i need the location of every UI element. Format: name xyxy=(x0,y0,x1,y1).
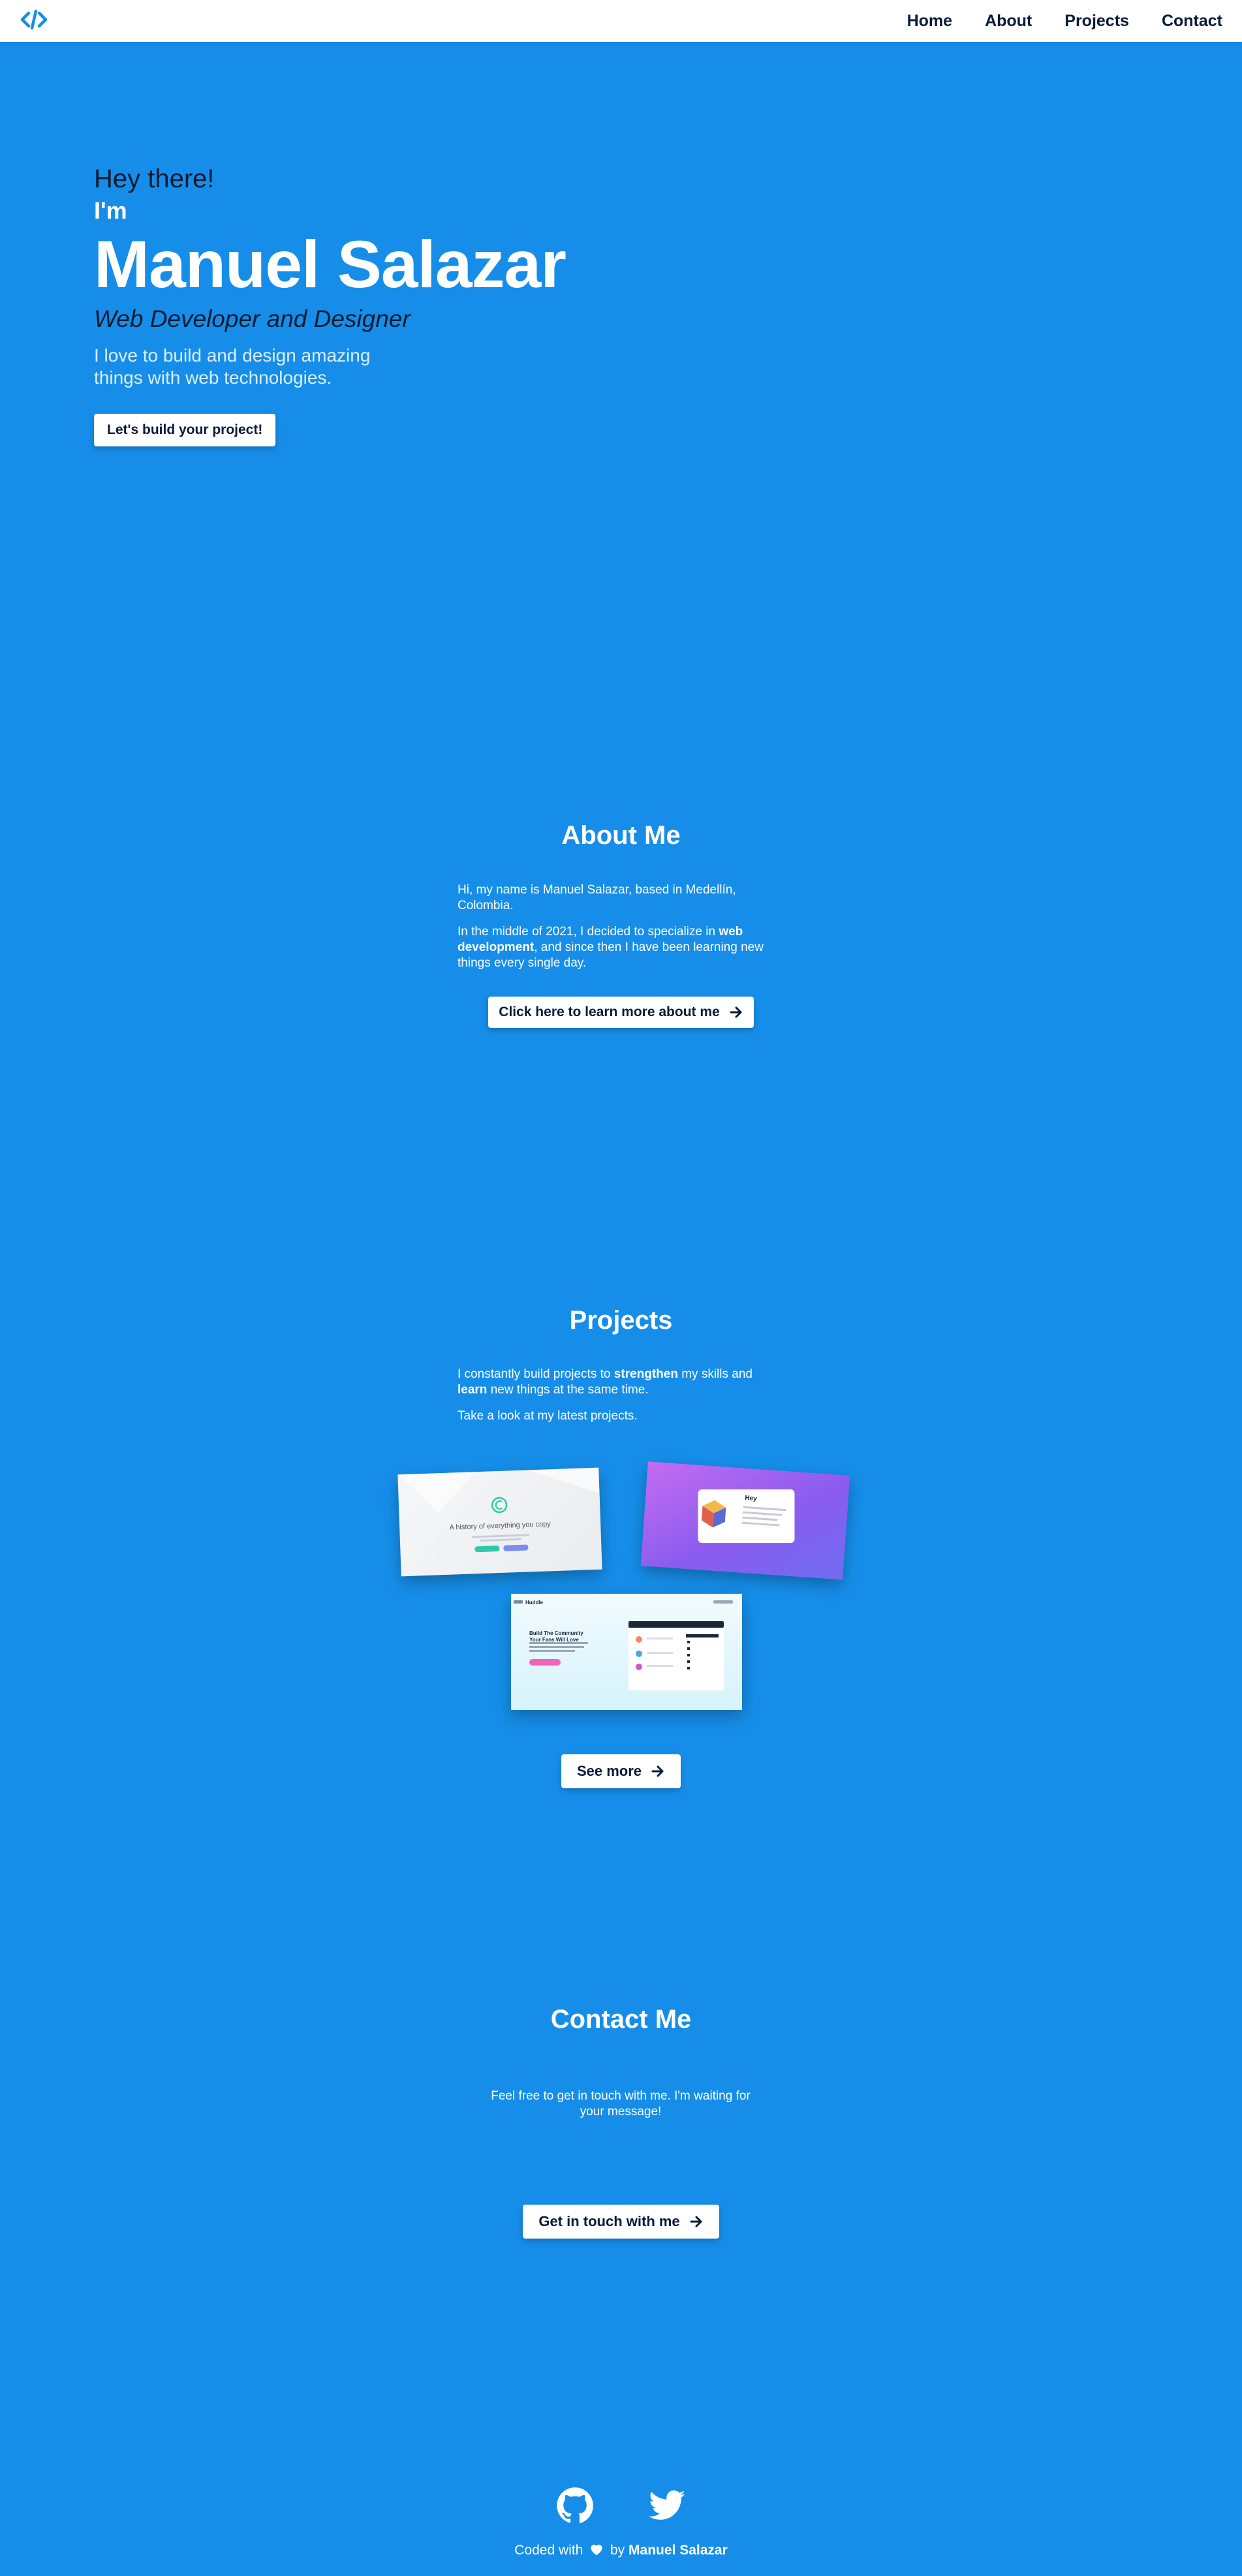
arrow-right-icon xyxy=(730,1006,742,1018)
project-preview-huddle xyxy=(514,1600,733,1690)
about-paragraph-2: In the middle of 2021, I decided to spec… xyxy=(458,924,784,971)
project-card-3-heading: Build The Community Your Fans Will Love xyxy=(529,1630,583,1643)
contact-text-wrap: Feel free to get in touch with me. I'm w… xyxy=(480,2088,761,2130)
learn-more-button[interactable]: Click here to learn more about me xyxy=(488,997,754,1028)
learn-more-label: Click here to learn more about me xyxy=(499,1004,720,1019)
arrow-right-icon xyxy=(651,1765,664,1777)
projects-p1-b: strengthen xyxy=(613,1367,678,1381)
project-card-2-text: Hey xyxy=(745,1494,758,1503)
footer-social-icons xyxy=(0,2487,1242,2524)
nav-link-home[interactable]: Home xyxy=(907,12,952,31)
about-text: Hi, my name is Manuel Salazar, based in … xyxy=(458,882,784,982)
project-card-chat[interactable]: Hey xyxy=(640,1461,850,1580)
navbar: Home About Projects Contact xyxy=(0,0,1242,42)
build-project-button[interactable]: Let's build your project! xyxy=(94,414,276,446)
hero-description: I love to build and design amazing thing… xyxy=(94,345,371,388)
projects-title: Projects xyxy=(569,1306,673,1335)
projects-p1-a: I constantly build projects to xyxy=(458,1367,614,1381)
projects-paragraph-1: I constantly build projects to strengthe… xyxy=(458,1367,784,1398)
about-paragraph-1: Hi, my name is Manuel Salazar, based in … xyxy=(458,883,736,912)
footer-credit: Coded with by Manuel Salazar xyxy=(0,2543,1242,2558)
project-card-clipboard[interactable]: A history of everything you copy xyxy=(397,1467,602,1577)
hero-name: Manuel Salazar xyxy=(94,227,567,302)
projects-p1-c: my skills and xyxy=(677,1367,753,1381)
nav-links: Home About Projects Contact xyxy=(907,0,1222,42)
about-p2-pre: In the middle of 2021, I decided to spec… xyxy=(458,925,719,939)
footer-coded-with: Coded with xyxy=(514,2543,583,2558)
see-more-label: See more xyxy=(576,1763,642,1779)
github-icon[interactable] xyxy=(556,2487,594,2524)
project-card-3-brand: Huddle xyxy=(525,1600,544,1606)
project-preview-chat xyxy=(698,1489,795,1544)
hero-section: Hey there! I'm Manuel Salazar Web Develo… xyxy=(94,162,681,446)
see-more-wrap: See more xyxy=(0,1754,1242,1788)
see-more-button[interactable]: See more xyxy=(561,1754,681,1788)
arrow-right-icon xyxy=(690,2216,702,2227)
contact-title: Contact Me xyxy=(550,2005,692,2034)
nav-link-contact[interactable]: Contact xyxy=(1162,12,1222,31)
nav-link-about[interactable]: About xyxy=(985,12,1032,31)
hero-im: I'm xyxy=(94,197,127,224)
footer-author: Manuel Salazar xyxy=(629,2543,728,2558)
hero-greeting: Hey there! xyxy=(94,164,215,193)
about-button-wrap: Click here to learn more about me xyxy=(0,997,1242,1028)
about-title: About Me xyxy=(561,821,681,850)
hero-role: Web Developer and Designer xyxy=(94,305,411,332)
projects-p1-e: new things at the same time. xyxy=(487,1383,649,1397)
twitter-icon[interactable] xyxy=(648,2487,687,2524)
projects-text: I constantly build projects to strengthe… xyxy=(458,1367,784,1435)
footer-by: by xyxy=(610,2543,625,2558)
contact-text: Feel free to get in touch with me. I'm w… xyxy=(491,2089,751,2118)
code-brackets-icon[interactable] xyxy=(20,8,48,31)
contact-button-wrap: Get in touch with me xyxy=(0,2205,1242,2239)
project-card-huddle[interactable]: Huddle Build The Community Your Fans Wil… xyxy=(511,1594,742,1710)
projects-p1-d: learn xyxy=(458,1383,488,1397)
projects-paragraph-2: Take a look at my latest projects. xyxy=(458,1409,638,1423)
nav-link-projects[interactable]: Projects xyxy=(1064,12,1129,31)
get-in-touch-button[interactable]: Get in touch with me xyxy=(523,2205,719,2239)
heart-icon xyxy=(591,2545,602,2556)
get-in-touch-label: Get in touch with me xyxy=(538,2213,680,2229)
